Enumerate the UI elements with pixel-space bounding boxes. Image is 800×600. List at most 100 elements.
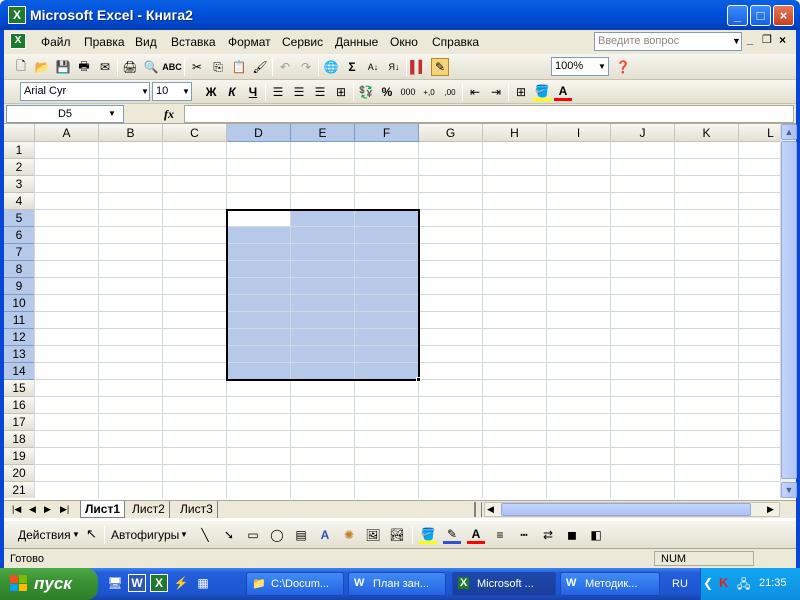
bold-button[interactable]: Ж bbox=[202, 83, 220, 101]
fill-handle[interactable] bbox=[416, 377, 421, 382]
clock[interactable]: 21:35 bbox=[759, 577, 787, 589]
font-name-dropdown-icon[interactable]: ▼ bbox=[141, 87, 149, 96]
borders-icon[interactable]: ⊞ bbox=[512, 83, 530, 101]
autoshapes-menu[interactable]: Автофигуры bbox=[111, 528, 179, 542]
horizontal-scrollbar[interactable]: ◀ ▶ bbox=[484, 502, 780, 517]
column-header[interactable]: J bbox=[611, 124, 675, 142]
3d-icon[interactable]: ◧ bbox=[587, 526, 605, 544]
sheet-tab-2[interactable]: Лист2 bbox=[128, 501, 170, 518]
insert-function-icon[interactable]: fx bbox=[164, 107, 174, 122]
show-desktop-icon[interactable]: 🖥 bbox=[106, 574, 124, 592]
sheet-tab-1[interactable]: Лист1 bbox=[80, 501, 126, 518]
worksheet-grid[interactable]: A B C D E F G H I J K L 1 2 3 4 5 6 7 8 9 10 11 12 13 14 15 16 17 18 1… bbox=[4, 124, 784, 498]
doc-minimize-icon[interactable]: _ bbox=[747, 34, 753, 46]
permission-icon[interactable]: 🖶 bbox=[75, 58, 93, 76]
row-header[interactable]: 5 bbox=[4, 210, 35, 227]
column-header[interactable]: E bbox=[291, 124, 355, 142]
dash-style-icon[interactable]: ┅ bbox=[515, 526, 533, 544]
format-painter-icon[interactable]: 🖌 bbox=[251, 58, 269, 76]
draw-fill-color-icon[interactable]: 🪣 bbox=[419, 526, 437, 544]
diagram-icon[interactable]: ✺ bbox=[340, 526, 358, 544]
document-icon[interactable]: X bbox=[10, 33, 26, 49]
row-header[interactable]: 10 bbox=[4, 295, 35, 312]
row-header[interactable]: 16 bbox=[4, 397, 35, 414]
menu-edit[interactable]: Правка bbox=[84, 35, 125, 49]
row-header[interactable]: 6 bbox=[4, 227, 35, 244]
italic-button[interactable]: К bbox=[223, 83, 241, 101]
row-header[interactable]: 20 bbox=[4, 465, 35, 482]
sort-ascending-icon[interactable]: A↓ bbox=[364, 58, 382, 76]
menu-view[interactable]: Вид bbox=[135, 35, 157, 49]
row-header[interactable]: 2 bbox=[4, 159, 35, 176]
close-button[interactable]: × bbox=[773, 5, 794, 26]
media-quicklaunch-icon[interactable]: ⚡ bbox=[172, 574, 190, 592]
maximize-button[interactable]: □ bbox=[750, 5, 771, 26]
scroll-down-button[interactable]: ▼ bbox=[781, 482, 797, 498]
help-icon[interactable]: ❓ bbox=[614, 58, 632, 76]
menu-file[interactable]: Файл bbox=[41, 35, 71, 49]
row-header[interactable]: 11 bbox=[4, 312, 35, 329]
vertical-scrollbar[interactable]: ▲ ▼ bbox=[780, 124, 797, 498]
column-header[interactable]: I bbox=[547, 124, 611, 142]
open-icon[interactable]: 📂 bbox=[33, 58, 51, 76]
select-all-corner[interactable] bbox=[4, 124, 35, 142]
language-indicator[interactable]: RU bbox=[672, 578, 688, 590]
copy-icon[interactable]: ⎘ bbox=[209, 58, 227, 76]
calculator-quicklaunch-icon[interactable]: ▦ bbox=[194, 574, 212, 592]
decrease-indent-icon[interactable]: ⇤ bbox=[466, 83, 484, 101]
sort-descending-icon[interactable]: Я↓ bbox=[385, 58, 403, 76]
font-name-select[interactable]: Arial Cyr bbox=[20, 82, 150, 101]
row-header[interactable]: 9 bbox=[4, 278, 35, 295]
underline-button[interactable]: Ч bbox=[244, 83, 262, 101]
word-quicklaunch-icon[interactable]: W bbox=[128, 574, 146, 592]
task-excel[interactable]: X Microsoft ... bbox=[452, 572, 556, 596]
menu-format[interactable]: Формат bbox=[228, 35, 271, 49]
row-header[interactable]: 15 bbox=[4, 380, 35, 397]
ask-question-input[interactable]: Введите вопрос bbox=[594, 32, 742, 51]
formula-input[interactable] bbox=[184, 105, 794, 123]
row-header[interactable]: 4 bbox=[4, 193, 35, 210]
print-icon[interactable]: 🖨 bbox=[121, 58, 139, 76]
percent-button[interactable]: % bbox=[378, 83, 396, 101]
minimize-button[interactable]: _ bbox=[727, 5, 748, 26]
row-header[interactable]: 17 bbox=[4, 414, 35, 431]
align-center-icon[interactable]: ☰ bbox=[290, 83, 308, 101]
doc-close-icon[interactable]: × bbox=[779, 33, 786, 47]
draw-font-color-icon[interactable]: A bbox=[467, 526, 485, 544]
paste-icon[interactable]: 📋 bbox=[230, 58, 248, 76]
prev-sheet-icon[interactable]: ◀ bbox=[29, 504, 36, 515]
align-right-icon[interactable]: ☰ bbox=[311, 83, 329, 101]
row-header[interactable]: 14 bbox=[4, 363, 35, 380]
oval-icon[interactable]: ◯ bbox=[268, 526, 286, 544]
increase-decimal-icon[interactable]: +,0 bbox=[420, 83, 438, 101]
excel-app-icon[interactable]: X bbox=[8, 6, 26, 24]
task-word-plan[interactable]: W План зан... bbox=[348, 572, 446, 596]
email-icon[interactable]: ✉ bbox=[96, 58, 114, 76]
row-header[interactable]: 3 bbox=[4, 176, 35, 193]
row-header[interactable]: 1 bbox=[4, 142, 35, 159]
undo-icon[interactable]: ↶ bbox=[276, 58, 294, 76]
hyperlink-icon[interactable]: 🌐 bbox=[322, 58, 340, 76]
autosum-icon[interactable]: Σ bbox=[343, 58, 361, 76]
menu-help[interactable]: Справка bbox=[432, 35, 479, 49]
arrow-style-icon[interactable]: ⇄ bbox=[539, 526, 557, 544]
row-header[interactable]: 7 bbox=[4, 244, 35, 261]
next-sheet-icon[interactable]: ▶ bbox=[44, 504, 51, 515]
spelling-icon[interactable]: ABC bbox=[162, 58, 182, 76]
name-box-dropdown-icon[interactable]: ▼ bbox=[108, 109, 116, 118]
scroll-right-icon[interactable]: ▶ bbox=[767, 504, 774, 515]
doc-restore-icon[interactable]: ❐ bbox=[762, 33, 772, 46]
autoshapes-dropdown-icon[interactable]: ▼ bbox=[180, 530, 188, 539]
task-explorer[interactable]: 📁 C:\Docum... bbox=[246, 572, 344, 596]
ask-dropdown-icon[interactable]: ▼ bbox=[732, 36, 741, 46]
row-header[interactable]: 8 bbox=[4, 261, 35, 278]
wordart-icon[interactable]: A bbox=[316, 526, 334, 544]
save-icon[interactable]: 💾 bbox=[54, 58, 72, 76]
scroll-thumb[interactable] bbox=[781, 141, 797, 479]
rectangle-icon[interactable]: ▭ bbox=[244, 526, 262, 544]
font-color-icon[interactable]: A bbox=[554, 83, 572, 101]
actions-dropdown-icon[interactable]: ▼ bbox=[72, 530, 80, 539]
scroll-up-button[interactable]: ▲ bbox=[781, 124, 797, 140]
line-color-icon[interactable]: ✎ bbox=[443, 526, 461, 544]
merge-center-icon[interactable]: ⊞ bbox=[332, 83, 350, 101]
